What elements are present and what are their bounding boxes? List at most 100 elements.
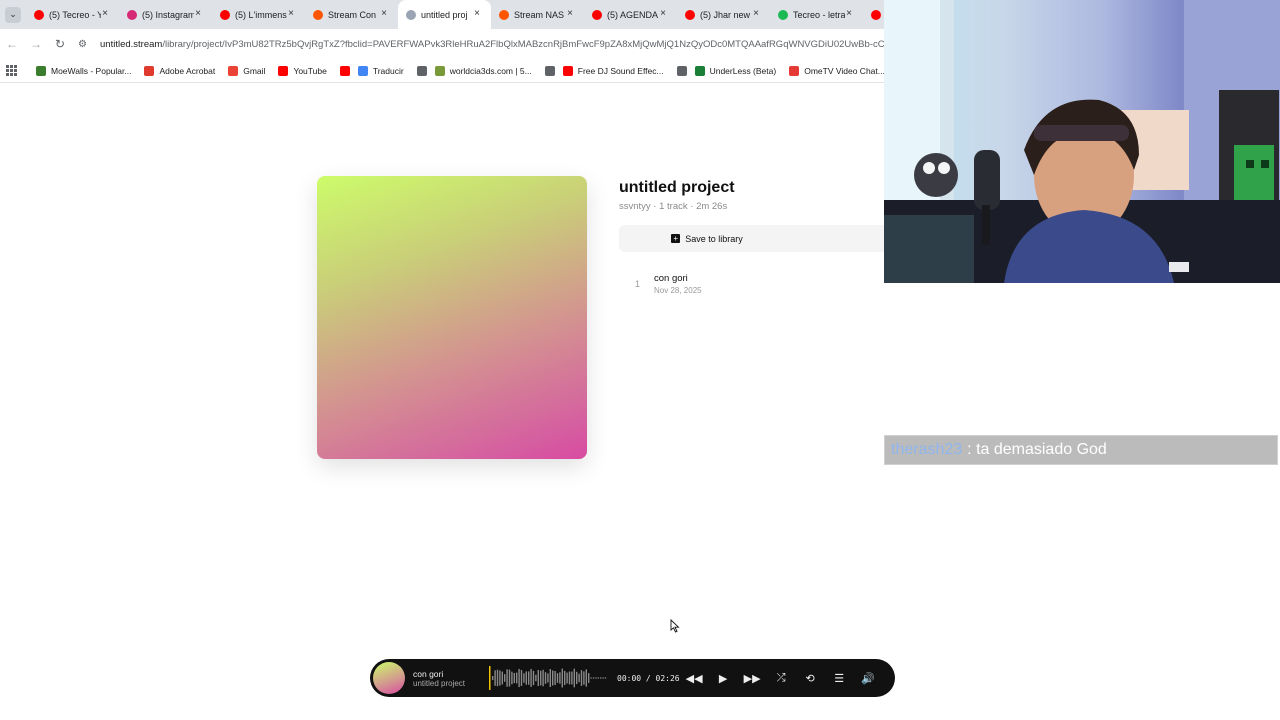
chevron-down-icon: ⌄ [5, 6, 21, 23]
rewind-button[interactable]: ◀◀ [680, 664, 709, 692]
tab-search-button[interactable]: ⌄ [0, 0, 26, 29]
webcam-scene [884, 0, 1280, 283]
tab-close-icon[interactable]: × [285, 8, 297, 20]
browser-tab[interactable]: Stream Con × [305, 0, 398, 29]
bookmark-item[interactable] [339, 65, 350, 76]
arrow-right-icon: → [30, 37, 42, 51]
play-button[interactable]: ▶ [709, 664, 738, 692]
browser-tab[interactable]: (5) L'immenso × [212, 0, 305, 29]
waveform-bar [528, 671, 530, 685]
waveform-bar [501, 671, 503, 685]
tab-close-icon[interactable]: × [471, 8, 483, 20]
queue-icon: ☰ [834, 672, 845, 685]
waveform-bar [504, 674, 506, 682]
waveform-scrubber[interactable] [489, 664, 607, 692]
browser-tab[interactable]: (5) Instagram × [119, 0, 212, 29]
waveform-bar [496, 669, 499, 687]
volume-button[interactable]: 🔊 [854, 664, 883, 692]
tab-favicon-icon [220, 9, 230, 20]
reload-button[interactable]: ↻ [48, 32, 72, 56]
repeat-button[interactable]: ⟲ [796, 664, 825, 692]
volume-icon: 🔊 [861, 672, 875, 685]
waveform-bar [547, 673, 549, 683]
bookmark-favicon-icon [357, 65, 368, 76]
tab-close-icon[interactable]: × [192, 8, 204, 20]
back-button[interactable]: ← [0, 32, 24, 56]
bookmark-item[interactable]: worldcia3ds.com | 5... [434, 65, 532, 76]
waveform-bar [492, 676, 494, 680]
waveform-bar [597, 677, 599, 679]
browser-tab[interactable]: Tecreo - letra × [770, 0, 863, 29]
tab-close-icon[interactable]: × [843, 8, 855, 20]
browser-tab[interactable]: (5) AGENDA × [584, 0, 677, 29]
waveform-bar [508, 669, 511, 687]
bookmark-item[interactable] [544, 65, 555, 76]
waveform-bar [600, 677, 602, 679]
tab-title: Stream NAS [514, 9, 565, 20]
browser-tab[interactable]: untitled proj × [398, 0, 491, 29]
bookmark-item[interactable]: UnderLess (Beta) [694, 65, 776, 76]
bookmark-favicon-icon [789, 65, 800, 76]
fast-forward-button[interactable]: ▶▶ [738, 664, 767, 692]
browser-tab[interactable]: (5) Tecreo - Y × [26, 0, 119, 29]
waveform-bar [590, 677, 592, 679]
waveform-bar [559, 672, 561, 684]
tab-close-icon[interactable]: × [564, 8, 576, 20]
tab-title: (5) Jhar new [700, 9, 751, 20]
browser-tab[interactable]: Stream NAS × [491, 0, 584, 29]
waveform-bar [602, 677, 604, 679]
waveform-bar [525, 671, 527, 685]
bookmark-favicon-icon [278, 65, 289, 76]
waveform-bar [566, 672, 568, 684]
bookmark-item[interactable]: YouTube [278, 65, 327, 76]
bookmark-item[interactable]: OmeTV Video Chat... [789, 65, 885, 76]
play-icon: ▶ [718, 672, 728, 685]
project-cover-art [317, 176, 587, 459]
bookmark-item[interactable]: Traducir [357, 65, 404, 76]
queue-button[interactable]: ☰ [825, 664, 854, 692]
player-thumbnail[interactable] [373, 662, 405, 694]
bookmark-item[interactable] [416, 65, 427, 76]
waveform-bar [540, 670, 542, 686]
url-path: /library/project/IvP3mU82TRz5bQvjRgTxZ?f… [162, 38, 926, 50]
bookmark-item[interactable]: Gmail [228, 65, 265, 76]
tab-title: Stream Con [328, 9, 377, 20]
waveform-bar [535, 674, 537, 682]
bookmark-item[interactable] [676, 65, 687, 76]
chat-username: therash23 [891, 441, 963, 458]
waveform-bar [568, 671, 571, 685]
bookmark-favicon-icon [676, 65, 687, 76]
waveform-bar [571, 671, 573, 685]
track-date: Nov 28, 2025 [654, 286, 702, 295]
tab-title: (5) Instagram [142, 9, 194, 20]
save-to-library-label: Save to library [685, 233, 743, 244]
waveform-bar [537, 670, 539, 686]
webcam-overlay [884, 0, 1280, 283]
tab-close-icon[interactable]: × [657, 8, 669, 20]
tab-close-icon[interactable]: × [99, 8, 111, 20]
tab-close-icon[interactable]: × [750, 8, 762, 20]
track-title[interactable]: con gori [654, 273, 688, 284]
fast-forward-icon: ▶▶ [743, 672, 761, 685]
player-track-name: con gori [413, 668, 444, 679]
tab-favicon-icon [499, 9, 509, 20]
apps-grid-icon[interactable] [6, 64, 18, 77]
browser-tab[interactable]: (5) Jhar new × [677, 0, 770, 29]
browser-tab[interactable]: ( [863, 0, 883, 29]
waveform-bar [556, 673, 559, 683]
project-meta: ssvntyy · 1 track · 2m 26s [619, 201, 728, 212]
waveform-bar [595, 677, 597, 679]
tab-close-icon[interactable]: × [378, 8, 390, 20]
player-track-info: con gori untitled project [413, 669, 485, 688]
shuffle-button[interactable]: ⤮ [767, 664, 796, 692]
forward-button[interactable]: → [24, 32, 48, 56]
bookmark-item[interactable]: Adobe Acrobat [144, 65, 215, 76]
bookmark-item[interactable]: Free DJ Sound Effec... [562, 65, 664, 76]
bookmark-item[interactable]: MoeWalls - Popular... [36, 65, 131, 76]
waveform-bar [499, 670, 501, 686]
waveform-bar [573, 668, 575, 688]
site-settings-icon[interactable]: ⚙ [78, 39, 94, 50]
playhead-marker[interactable] [489, 666, 491, 690]
tab-favicon-icon [406, 9, 416, 20]
bookmark-label: YouTube [293, 65, 327, 76]
